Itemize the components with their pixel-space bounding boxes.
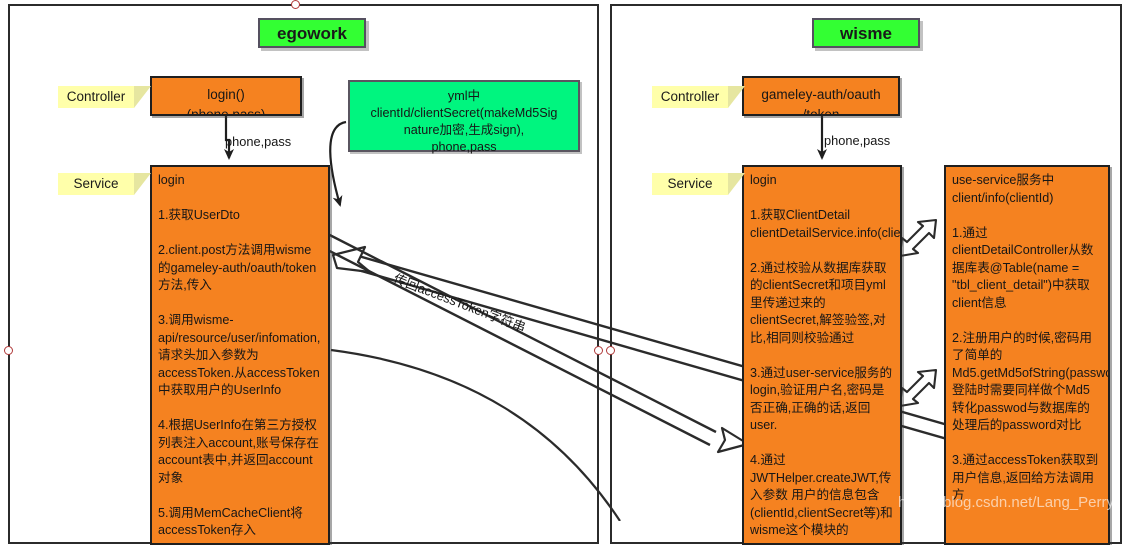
connector-bidirectional-top <box>898 218 938 258</box>
edge-label-phone-pass-right: phone,pass <box>824 133 891 148</box>
edge-label-phone-pass-left: phone,pass <box>225 134 292 149</box>
box-use-service-text: use-service服务中 client/info(clientId) 1.通… <box>952 173 1110 502</box>
connector-yml-to-service <box>329 120 347 207</box>
panel-handle-left-west[interactable] <box>4 346 13 355</box>
box-login-service-wisme[interactable]: login 1.获取ClientDetail clientDetailServi… <box>742 165 902 545</box>
box-login-service[interactable]: login 1.获取UserDto 2.client.post方法调用wisme… <box>150 165 330 545</box>
box-gameley-auth-controller[interactable]: gameley-auth/oauth /token <box>742 76 900 116</box>
fold-corner-icon <box>134 173 151 195</box>
title-box-egowork[interactable]: egowork <box>258 18 366 48</box>
tag-service-left: Service <box>58 173 151 195</box>
fold-corner-icon <box>134 86 151 108</box>
tag-label: Controller <box>66 89 126 104</box>
note-yml-config-text: yml中 clientId/clientSecret(makeMd5Sig na… <box>370 89 558 154</box>
tag-service-right: Service <box>652 173 745 195</box>
box-login-service-text: login 1.获取UserDto 2.client.post方法调用wisme… <box>158 173 321 537</box>
fold-corner-icon <box>728 173 745 195</box>
box-login-controller[interactable]: login() (phone,pass) <box>150 76 302 116</box>
title-box-wisme[interactable]: wisme <box>812 18 920 48</box>
connector-bidirectional-bottom <box>898 368 938 408</box>
panel-handle-right-west[interactable] <box>606 346 615 355</box>
box-login-controller-text: login() (phone,pass) <box>186 87 266 116</box>
tag-label: Controller <box>660 89 720 104</box>
panel-handle-left-east[interactable] <box>594 346 603 355</box>
note-yml-config[interactable]: yml中 clientId/clientSecret(makeMd5Sig na… <box>348 80 580 154</box>
box-login-service-wisme-text: login 1.获取ClientDetail clientDetailServi… <box>750 173 901 537</box>
box-gameley-auth-controller-text: gameley-auth/oauth /token <box>761 87 881 116</box>
fold-corner-icon <box>728 86 745 108</box>
tag-label: Service <box>667 176 713 191</box>
watermark: https://blog.csdn.net/Lang_Perry <box>898 494 1114 511</box>
tag-label: Service <box>73 176 119 191</box>
panel-handle-left-top[interactable] <box>291 0 300 9</box>
box-use-service[interactable]: use-service服务中 client/info(clientId) 1.通… <box>944 165 1110 545</box>
tag-controller-left: Controller <box>58 86 151 108</box>
tag-controller-right: Controller <box>652 86 745 108</box>
connector-curved-thin <box>330 348 621 521</box>
